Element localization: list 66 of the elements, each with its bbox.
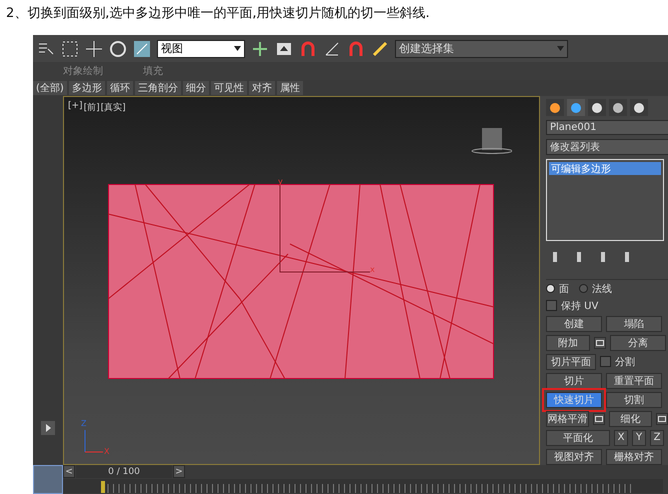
viewport[interactable]: [+][前][真实] y x Z X: [63, 96, 540, 465]
view-dropdown[interactable]: 视图: [157, 40, 245, 58]
ribbon-tab[interactable]: 三角剖分: [134, 81, 181, 95]
panel-button[interactable]: 分离: [610, 334, 666, 351]
checkbox[interactable]: [546, 300, 557, 312]
modifier-item[interactable]: 可编辑多边形: [549, 162, 661, 176]
panel-button[interactable]: 视图对齐: [546, 448, 602, 465]
viewport-label[interactable]: [+]: [68, 101, 83, 114]
modifier-list-dropdown[interactable]: 修改器列表: [546, 139, 668, 156]
radio-label: 法线: [592, 282, 612, 296]
viewport-label[interactable]: [真实]: [100, 101, 126, 114]
axis-gizmo-icon: [82, 430, 104, 454]
radio-button[interactable]: [579, 284, 588, 294]
edit-selection-icon[interactable]: [371, 40, 389, 58]
play-icon[interactable]: [41, 421, 55, 435]
object-name-field[interactable]: Plane001: [546, 120, 668, 136]
axis-button[interactable]: Y: [632, 430, 646, 446]
scale-icon[interactable]: [133, 40, 151, 58]
axis-button[interactable]: Z: [650, 430, 664, 446]
panel-button[interactable]: 重置平面: [606, 372, 662, 389]
checkbox[interactable]: [600, 356, 611, 368]
instruction-text: 2、切换到面级别,选中多边形中唯一的平面,用快速切片随机的切一些斜线.: [5, 5, 431, 23]
region-select-icon[interactable]: [61, 40, 79, 58]
radio-label: 面: [559, 282, 569, 296]
panel-button[interactable]: 细化: [609, 410, 652, 427]
axis-button[interactable]: X: [614, 430, 628, 446]
toolbar-label: 填充: [143, 64, 163, 78]
axis-label: x: [370, 265, 375, 274]
ribbon-tab[interactable]: 对齐: [248, 81, 275, 95]
panel-button[interactable]: 创建: [546, 316, 602, 332]
ribbon-tab[interactable]: 多边形: [68, 81, 105, 95]
frame-counter: 0 / 100: [76, 465, 172, 478]
panel-button[interactable]: 切片: [546, 372, 602, 389]
panel-button[interactable]: 切割: [606, 392, 662, 408]
radio-button[interactable]: [546, 284, 555, 294]
next-frame-button[interactable]: >: [173, 465, 185, 478]
panel-button[interactable]: 网格平滑: [546, 410, 590, 427]
move-icon[interactable]: [85, 40, 103, 58]
settings-button[interactable]: [594, 336, 606, 349]
axis-label: y: [278, 177, 283, 186]
panel-button[interactable]: 切片平面: [546, 354, 596, 370]
ribbon-tab[interactable]: 属性: [276, 81, 303, 95]
caret-icon: [557, 46, 564, 51]
ribbon-tab[interactable]: 细分: [182, 81, 209, 95]
ribbon-tab[interactable]: 可见性: [210, 81, 247, 95]
angle-snap-icon[interactable]: [323, 40, 341, 58]
settings-button[interactable]: [656, 412, 668, 425]
checkbox-label: 保持 UV: [561, 300, 598, 313]
ribbon-tab[interactable]: 循环: [106, 81, 133, 95]
prev-frame-button[interactable]: <: [63, 465, 75, 478]
axis-label: Z: [81, 419, 86, 428]
panel-button[interactable]: 塌陷: [606, 316, 662, 332]
axis-label: X: [104, 447, 110, 456]
timeline-ruler[interactable]: [63, 479, 663, 493]
panel-button[interactable]: 附加: [546, 334, 590, 351]
toolbar-label: 对象绘制: [63, 64, 103, 78]
pivot-icon[interactable]: [251, 40, 269, 58]
ribbon-tab[interactable]: (全部): [33, 81, 67, 95]
panel-button[interactable]: 栅格对齐: [606, 448, 662, 465]
checkbox-label: 分割: [615, 356, 635, 369]
selection-set-dropdown[interactable]: 创建选择集: [395, 40, 568, 58]
panel-button[interactable]: 平面化: [546, 430, 610, 446]
rotate-icon[interactable]: [109, 40, 127, 58]
viewport-label[interactable]: [前]: [84, 101, 100, 114]
caret-icon: [234, 46, 241, 51]
settings-button[interactable]: [593, 412, 605, 425]
